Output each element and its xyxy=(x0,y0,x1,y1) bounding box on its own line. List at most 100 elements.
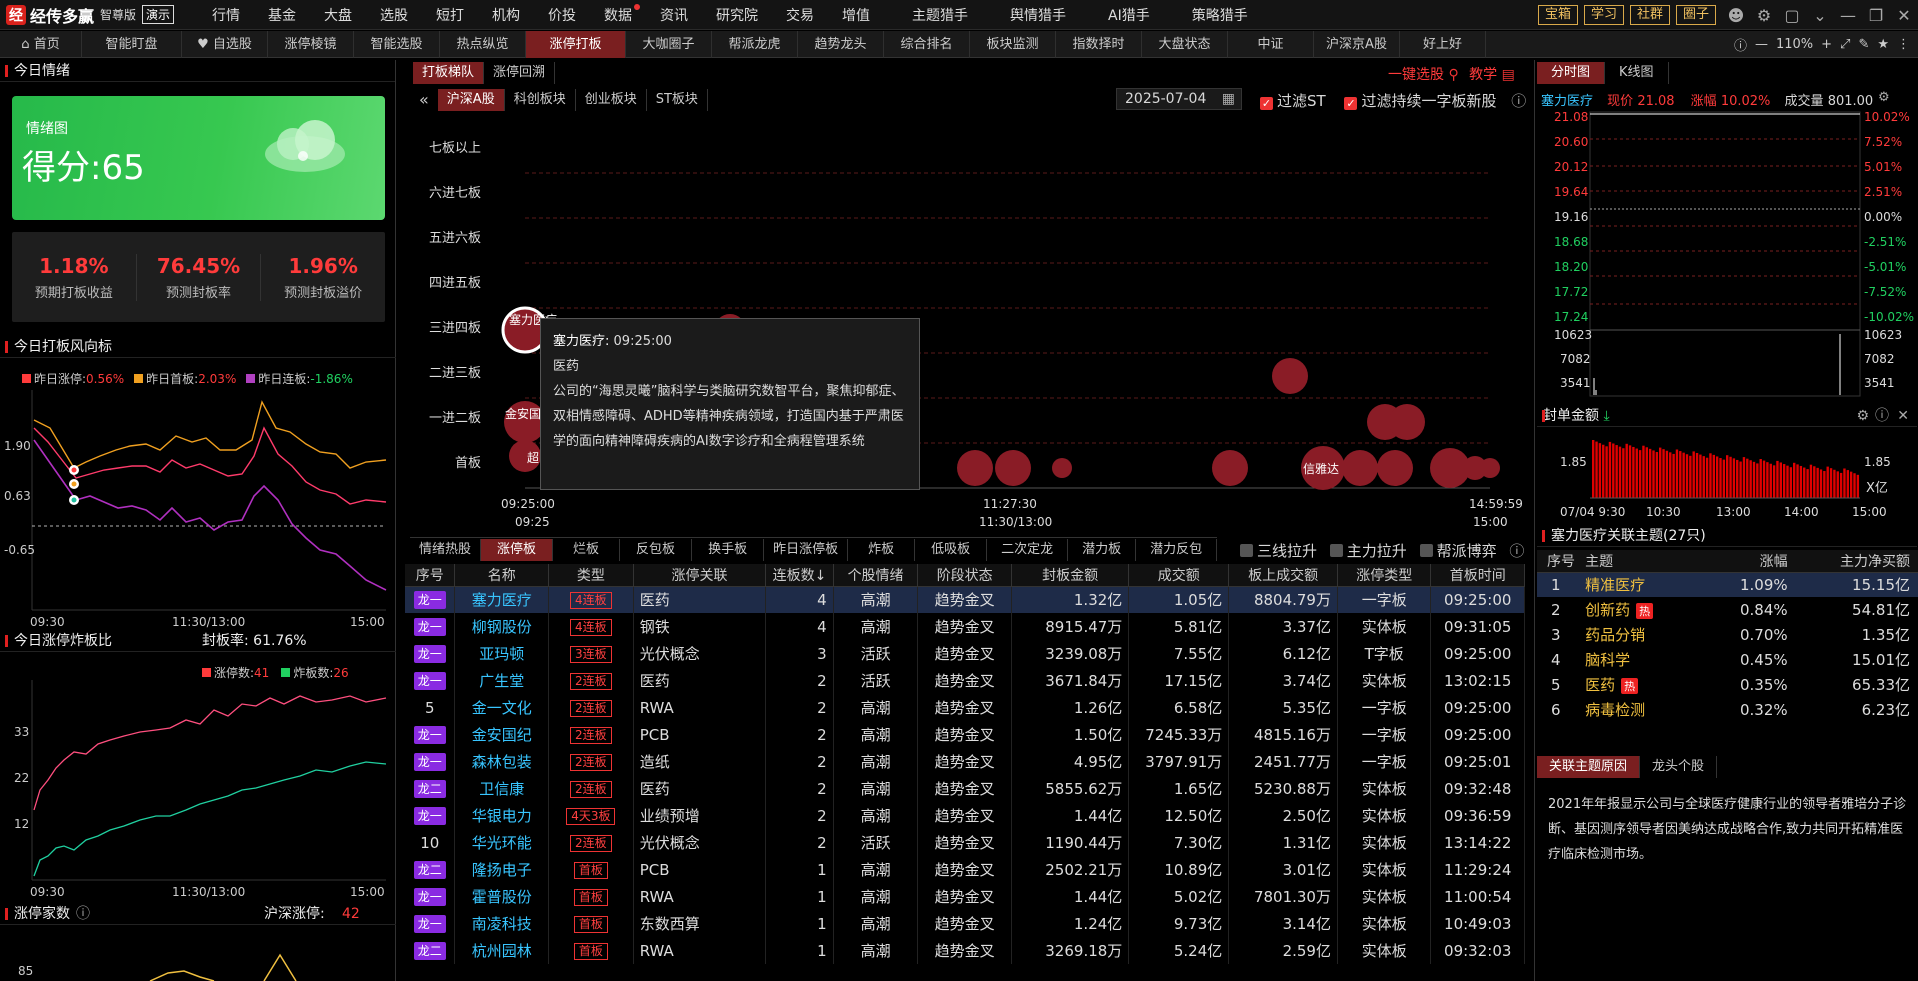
menu-item[interactable]: 数据 xyxy=(590,3,646,25)
tab-limitup-prism[interactable]: 涨停棱镜 xyxy=(268,30,354,58)
table-row[interactable]: 龙二 卫信康 2连板 医药 2 高潮 趋势金叉 5855.62万 1.65亿 5230.88万 实体… xyxy=(405,775,1525,802)
tab-leader-stocks[interactable]: 龙头个股 xyxy=(1640,756,1718,778)
collapse-icon[interactable]: « xyxy=(410,89,438,111)
menu-item[interactable]: 机构 xyxy=(478,5,534,25)
window-icon[interactable]: ▢ xyxy=(1778,6,1806,25)
tutorial-link[interactable]: 教学 xyxy=(1469,67,1497,83)
col-header[interactable]: 主题 xyxy=(1577,550,1718,573)
col-header[interactable]: 封板金额 xyxy=(1011,564,1130,587)
info-icon[interactable]: ⓘ xyxy=(1734,35,1747,54)
tab-kline[interactable]: K线图 xyxy=(1605,62,1669,84)
demo-badge[interactable]: 演示 xyxy=(142,5,175,24)
table-row[interactable]: 龙一 南凌科技 首板 东数西算 1 高潮 趋势金叉 1.24亿 9.73亿 3.14亿 实体板 10:… xyxy=(405,910,1525,937)
learn-button[interactable]: 学习 xyxy=(1583,5,1624,25)
tab-sector-monitor[interactable]: 板块监测 xyxy=(970,30,1056,58)
pin-icon[interactable]: ★ xyxy=(1877,37,1889,52)
close-icon[interactable]: ✕ xyxy=(1897,405,1909,427)
menu-item[interactable]: AI猎手 xyxy=(1094,5,1164,25)
fullscreen-icon[interactable]: ⤢ xyxy=(1840,37,1850,52)
table-row[interactable]: 龙一 广生堂 2连板 医药 2 活跃 趋势金叉 3671.84万 17.15亿 3.74亿 实体板 1… xyxy=(405,667,1525,694)
col-header[interactable]: 阶段状态 xyxy=(917,564,1012,587)
circle-button[interactable]: 圈子 xyxy=(1675,5,1716,25)
tab-limitup-board[interactable]: 涨停打板 xyxy=(526,30,626,58)
stock-name[interactable]: 柳钢股份 xyxy=(472,618,532,636)
tab-ladder[interactable]: 打板梯队 xyxy=(413,62,485,84)
col-header[interactable]: 涨停关联 xyxy=(633,564,767,587)
menu-item[interactable]: 主题猎手 xyxy=(898,5,982,25)
restore-icon[interactable]: ❐ xyxy=(1862,6,1890,25)
tab-bad-board[interactable]: 烂板 xyxy=(553,538,621,561)
tab-watchlist[interactable]: ♥ 自选股 xyxy=(182,30,268,58)
tab-gang[interactable]: 帮派龙虎 xyxy=(712,30,798,58)
stock-name[interactable]: 隆扬电子 xyxy=(472,861,532,879)
tab-theme-reason[interactable]: 关联主题原因 xyxy=(1537,756,1641,778)
col-header[interactable]: 涨停类型 xyxy=(1337,564,1432,587)
tab-limitup-list[interactable]: 涨停板 xyxy=(481,538,554,561)
tab-market-state[interactable]: 大盘状态 xyxy=(1142,30,1228,58)
stock-name[interactable]: 金安国纪 xyxy=(472,726,532,744)
tab-index-timing[interactable]: 指数择时 xyxy=(1056,30,1142,58)
stock-name[interactable]: 卫信康 xyxy=(479,780,524,798)
menu-item[interactable]: 策略猎手 xyxy=(1178,5,1262,25)
table-row[interactable]: 龙一 塞力医疗 4连板 医药 4 高潮 趋势金叉 1.32亿 1.05亿 8804.79万 一字板 0… xyxy=(405,586,1525,613)
theme-row[interactable]: 4 脑科学 0.45% 15.01亿 xyxy=(1537,647,1918,672)
tab-star-market[interactable]: 科创板块 xyxy=(505,89,576,111)
filter-new-stock-checkbox[interactable]: ✓ 过滤持续一字板新股 xyxy=(1344,92,1496,110)
three-line-checkbox[interactable]: 三线拉升 xyxy=(1240,542,1317,560)
col-header[interactable]: 主力净买额 xyxy=(1797,550,1918,573)
tab-turnover-board[interactable]: 换手板 xyxy=(692,538,765,561)
tab-low-buy[interactable]: 低吸板 xyxy=(915,538,988,561)
menu-item[interactable]: 选股 xyxy=(366,5,422,25)
tab-yesterday-limitup[interactable]: 昨日涨停板 xyxy=(764,538,849,561)
table-row[interactable]: 龙二 隆扬电子 首板 PCB 1 高潮 趋势金叉 2502.21万 10.89亿 3.01亿 实体板… xyxy=(405,856,1525,883)
menu-item[interactable]: 大盘 xyxy=(310,5,366,25)
col-header[interactable]: 类型 xyxy=(548,564,634,587)
menu-item[interactable]: 短打 xyxy=(422,5,478,25)
tab-intraday[interactable]: 分时图 xyxy=(1537,62,1606,84)
edit-icon[interactable]: ✎ xyxy=(1858,37,1869,52)
table-row[interactable]: 龙一 森林包装 2连板 造纸 2 高潮 趋势金叉 4.95亿 3797.91万 2451.77万一… xyxy=(405,748,1525,775)
help-icon[interactable]: ⓘ xyxy=(76,906,90,922)
theme-row[interactable]: 3 药品分销 0.70% 1.35亿 xyxy=(1537,622,1918,647)
tab-hot-stocks[interactable]: 情绪热股 xyxy=(410,538,482,561)
tab-smart-select[interactable]: 智能选股 xyxy=(354,30,440,58)
menu-item[interactable]: 基金 xyxy=(254,5,310,25)
tab-a-shares[interactable]: 沪深京A股 xyxy=(1314,30,1400,58)
table-row[interactable]: 10 华光环能 2连板 光伏概念 2 活跃 趋势金叉 1190.44万 7.30亿 1.31亿 实体… xyxy=(405,829,1525,856)
table-row[interactable]: 龙一 柳钢股份 4连板 钢铁 4 高潮 趋势金叉 8915.47万 5.81亿 3.37亿 实体板 0… xyxy=(405,613,1525,640)
zoom-out-icon[interactable]: — xyxy=(1755,37,1768,52)
menu-item[interactable]: 增值 xyxy=(828,5,884,25)
theme-name[interactable]: 创新药 xyxy=(1585,601,1630,619)
minimize-icon[interactable]: — xyxy=(1834,6,1862,25)
main-force-checkbox[interactable]: 主力拉升 xyxy=(1329,542,1407,560)
stock-name[interactable]: 杭州园林 xyxy=(472,942,532,960)
tab-chinext[interactable]: 创业板块 xyxy=(576,89,647,111)
treasure-button[interactable]: 宝箱 xyxy=(1537,5,1578,25)
settings-icon[interactable]: ⚙ xyxy=(1856,405,1869,427)
tab-backtrace[interactable]: 涨停回溯 xyxy=(484,62,556,84)
chevron-down-icon[interactable]: ⌄ xyxy=(1806,6,1834,25)
menu-item[interactable]: 价投 xyxy=(534,5,590,25)
tab-vip-circle[interactable]: 大咖圈子 xyxy=(626,30,712,58)
table-row[interactable]: 5 金一文化 2连板 RWA 2 高潮 趋势金叉 1.26亿 6.58亿 5.35亿 一字板 09:2… xyxy=(405,694,1525,721)
col-header[interactable]: 序号 xyxy=(405,564,456,587)
zoom-in-icon[interactable]: + xyxy=(1821,37,1832,52)
table-row[interactable]: 龙一 华银电力 4天3板 业绩预增 2 高潮 趋势金叉 1.44亿 12.50亿 2.50亿 实体板… xyxy=(405,802,1525,829)
theme-row[interactable]: 2 创新药热 0.84% 54.81亿 xyxy=(1537,597,1918,622)
stock-name[interactable]: 森林包装 xyxy=(472,753,532,771)
stock-name[interactable]: 华银电力 xyxy=(472,807,532,825)
app-logo[interactable]: 经 经传多赢 智尊版 演示 xyxy=(0,0,180,30)
tab-ranking[interactable]: 综合排名 xyxy=(884,30,970,58)
stock-name[interactable]: 南凌科技 xyxy=(472,915,532,933)
stock-name[interactable]: 塞力医疗 xyxy=(472,591,532,609)
menu-item[interactable]: 交易 xyxy=(772,5,828,25)
help-icon[interactable]: ⓘ xyxy=(1511,92,1526,110)
settings-icon[interactable]: ⚙ xyxy=(1878,90,1890,105)
col-header[interactable]: 个股情绪 xyxy=(833,564,919,587)
tab-potential-rebound[interactable]: 潜力反包 xyxy=(1136,538,1218,561)
date-picker[interactable]: 2025-07-04 ▦ xyxy=(1116,88,1242,110)
gear-icon[interactable]: ⚙ xyxy=(1750,6,1778,25)
table-row[interactable]: 龙一 金安国纪 2连板 PCB 2 高潮 趋势金叉 1.50亿 7245.33万 4815.16万… xyxy=(405,721,1525,748)
tab-second-dragon[interactable]: 二次定龙 xyxy=(987,538,1069,561)
theme-name[interactable]: 药品分销 xyxy=(1585,626,1645,644)
